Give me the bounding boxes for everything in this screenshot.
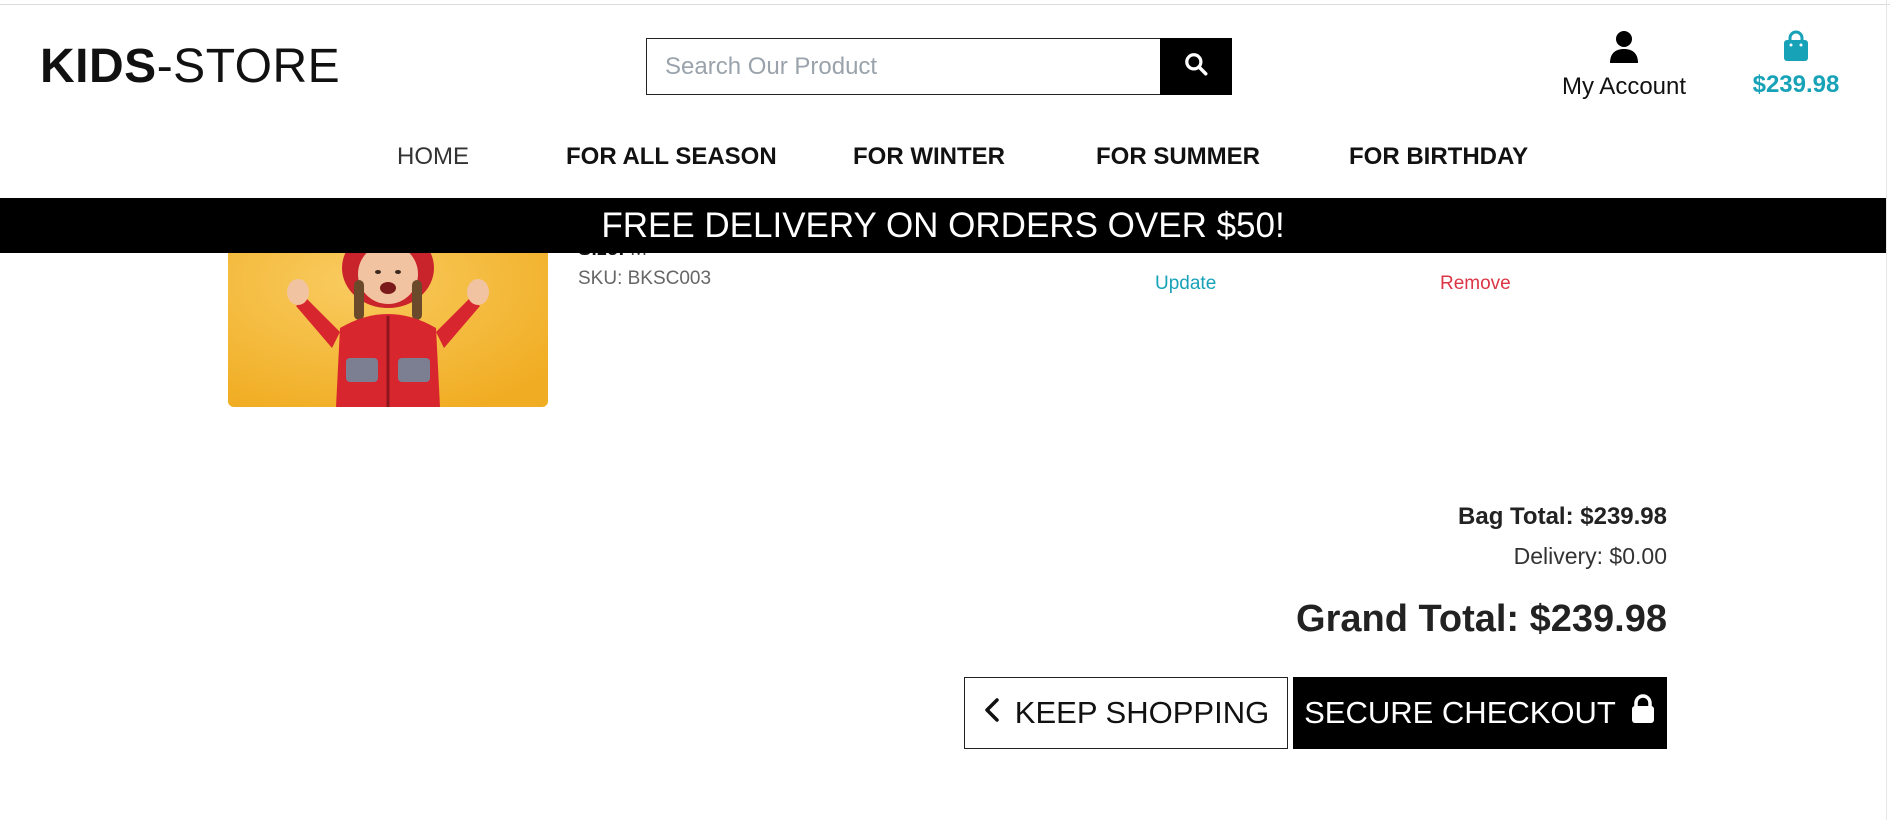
secure-checkout-label: SECURE CHECKOUT (1304, 695, 1616, 730)
top-divider (0, 4, 1890, 5)
chevron-left-icon (983, 695, 1001, 731)
nav-item-for-birthday[interactable]: FOR BIRTHDAY (1349, 143, 1528, 171)
scrollbar-edge (1886, 0, 1887, 820)
bag-total-amount: $239.98 (1752, 71, 1840, 98)
bag-total: Bag Total: $239.98 (1458, 503, 1667, 530)
my-account-link[interactable]: My Account (1552, 30, 1696, 101)
store-logo[interactable]: KIDS-STORE (40, 37, 340, 97)
logo-bold: KIDS (40, 40, 157, 93)
grand-total: Grand Total: $239.98 (1296, 598, 1667, 640)
my-account-label: My Account (1561, 73, 1687, 100)
item-sku: SKU: BKSC003 (578, 268, 712, 289)
shopping-bag-link[interactable]: $239.98 (1738, 30, 1854, 99)
nav-item-for-winter[interactable]: FOR WINTER (853, 143, 1005, 171)
order-summary: Bag Total: $239.98 Delivery: $0.00 Grand… (1067, 503, 1667, 641)
search-icon (1183, 51, 1209, 82)
shopping-bag-icon (1782, 30, 1810, 66)
main-nav: HOME FOR ALL SEASON FOR WINTER FOR SUMME… (0, 143, 1890, 173)
nav-item-home[interactable]: HOME (397, 143, 469, 171)
logo-rest: -STORE (156, 40, 341, 93)
search-button[interactable] (1160, 38, 1232, 95)
keep-shopping-label: KEEP SHOPPING (1014, 695, 1270, 730)
search-input[interactable] (646, 38, 1160, 95)
search-form (646, 38, 1232, 95)
update-item-link[interactable]: Update (1155, 273, 1216, 295)
user-icon (1609, 31, 1639, 68)
keep-shopping-button[interactable]: KEEP SHOPPING (964, 677, 1288, 749)
lock-icon (1630, 694, 1656, 732)
free-delivery-banner: FREE DELIVERY ON ORDERS OVER $50! (0, 198, 1886, 253)
nav-item-for-all-season[interactable]: FOR ALL SEASON (566, 143, 777, 171)
secure-checkout-button[interactable]: SECURE CHECKOUT (1293, 677, 1667, 749)
nav-item-for-summer[interactable]: FOR SUMMER (1096, 143, 1260, 171)
delivery-cost: Delivery: $0.00 (1513, 543, 1667, 569)
product-image (228, 228, 548, 407)
remove-item-link[interactable]: Remove (1440, 273, 1511, 295)
